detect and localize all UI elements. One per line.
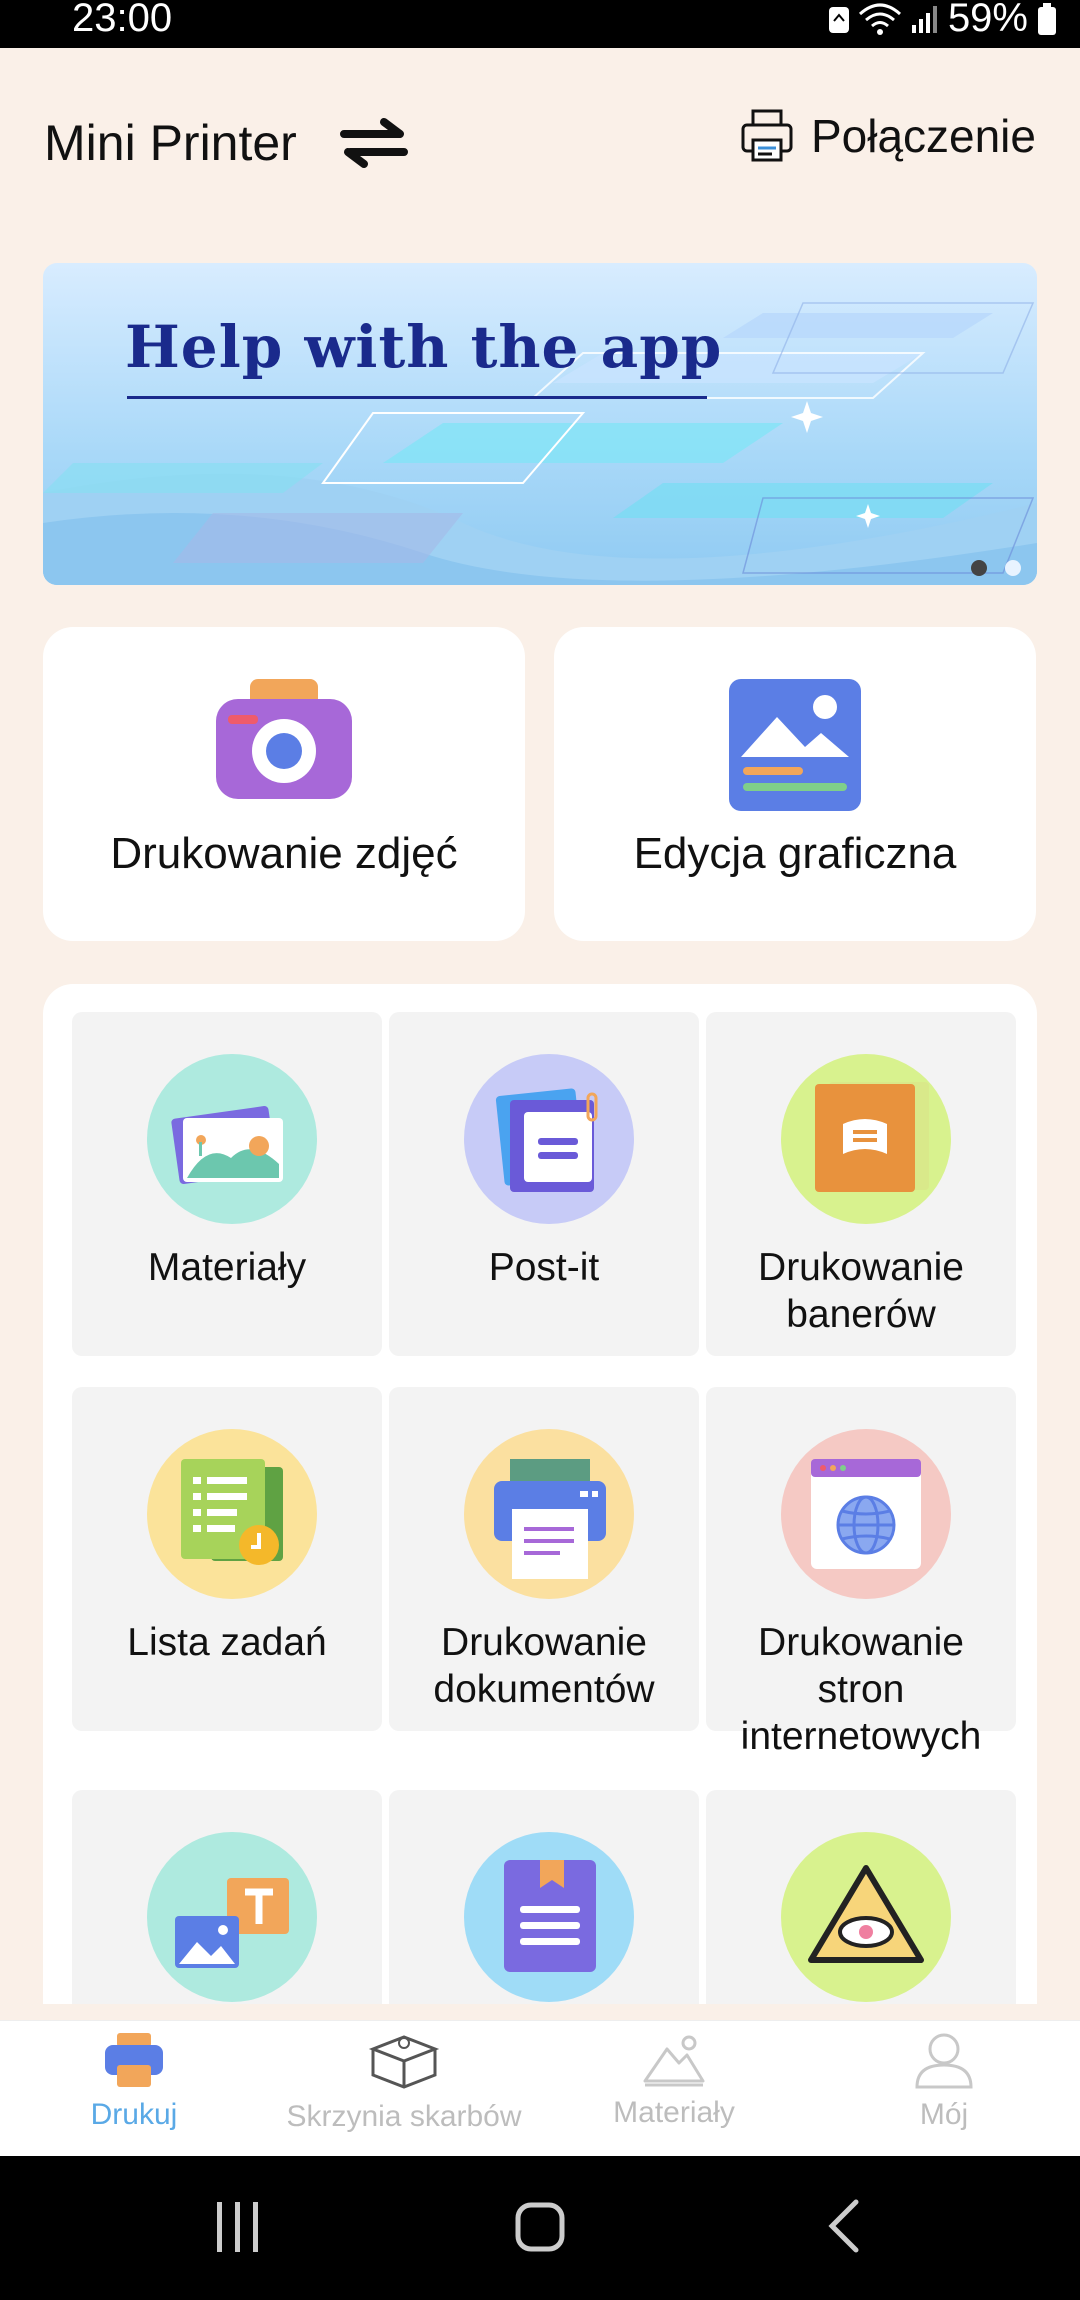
sync-icon [828,6,849,33]
tile-banner-print[interactable]: Drukowanie banerów [706,1012,1016,1356]
help-banner[interactable]: Help with the app [43,263,1037,585]
tile-label: Materiały [147,1246,307,1289]
feature-grid: Materiały Post-it Drukowanie banerów Lis… [43,984,1037,2004]
tile-label-line2: stron [817,1668,905,1711]
graphic-edit-label: Edycja graficzna [633,829,957,878]
task-list-icon [147,1429,317,1599]
tile-label: Lista zadań [127,1621,327,1664]
tile-label-line2: banerów [786,1293,936,1336]
printer-outline-icon [741,109,793,162]
tile-label: Post-it [488,1246,600,1289]
nav-materials-label: Materiały [613,2096,735,2129]
tile-label-line3: internetowych [740,1715,982,1758]
tile-label-line1: Drukowanie [441,1621,647,1664]
printer-icon [105,2033,163,2087]
tile-label-line1: Drukowanie [758,1246,964,1289]
globe-browser-icon [781,1429,951,1599]
tile-image-text[interactable] [72,1790,382,2004]
nav-treasure-box-label: Skrzynia skarbów [286,2100,522,2133]
nav-profile[interactable]: Mój [884,2031,1004,2132]
nav-profile-label: Mój [919,2098,969,2131]
image-text-icon [147,1832,317,2002]
tile-label-line1: Drukowanie [758,1621,964,1664]
nav-print[interactable]: Drukuj [74,2031,194,2132]
battery-icon [1038,2,1056,35]
user-icon [915,2033,973,2089]
status-time: 23:00 [72,0,173,40]
swap-arrows-icon[interactable] [338,114,410,170]
app-title: Mini Printer [44,115,297,171]
connection-label: Połączenie [810,110,1036,162]
banner-icon [781,1054,951,1224]
connection-button[interactable]: Połączenie [739,108,1036,164]
battery-percent: 59% [947,0,1028,40]
home-icon[interactable] [515,2202,565,2252]
eye-triangle-icon [781,1832,951,2002]
nav-treasure-box[interactable]: Skrzynia skarbów [274,2031,534,2134]
recent-apps-icon[interactable] [213,2200,263,2254]
app-header: Mini Printer Połączenie [0,48,1080,238]
graphic-edit-card[interactable]: Edycja graficzna [554,627,1036,941]
banner-graphic [43,302,1037,585]
banner-title: Help with the app [125,313,723,381]
tile-materials[interactable]: Materiały [72,1012,382,1356]
printer-document-icon [464,1429,634,1599]
tile-label-line2: dokumentów [433,1668,655,1711]
treasure-box-icon [368,2035,440,2089]
carousel-dot-active[interactable] [971,560,987,576]
nav-materials[interactable]: Materiały [604,2031,744,2130]
photo-print-card[interactable]: Drukowanie zdjęć [43,627,525,941]
bottom-nav: Drukuj Skrzynia skarbów Materiały Mój [0,2020,1080,2157]
mountain-icon [643,2035,705,2087]
banner-underline [127,396,707,399]
tile-bookmark-doc[interactable] [389,1790,699,2004]
nav-print-label: Drukuj [90,2098,178,2131]
tile-web-print[interactable]: Drukowanie stron internetowych [706,1387,1016,1758]
photo-print-label: Drukowanie zdjęć [110,829,458,878]
materials-icon [147,1054,317,1224]
status-bar: 23:00 59% [0,0,1080,48]
carousel-dot[interactable] [1005,560,1021,576]
wifi-icon [858,3,901,35]
signal-icon [911,5,937,33]
bookmark-doc-icon [464,1832,634,2002]
tile-task-list[interactable]: Lista zadań [72,1387,382,1731]
back-icon[interactable] [826,2198,862,2254]
sticky-note-icon [464,1054,634,1224]
tile-eye-triangle[interactable] [706,1790,1016,2004]
system-nav-bar [0,2156,1080,2300]
image-edit-icon [729,679,861,811]
tile-document-print[interactable]: Drukowanie dokumentów [389,1387,699,1731]
tile-post-it[interactable]: Post-it [389,1012,699,1356]
camera-icon [216,679,352,799]
